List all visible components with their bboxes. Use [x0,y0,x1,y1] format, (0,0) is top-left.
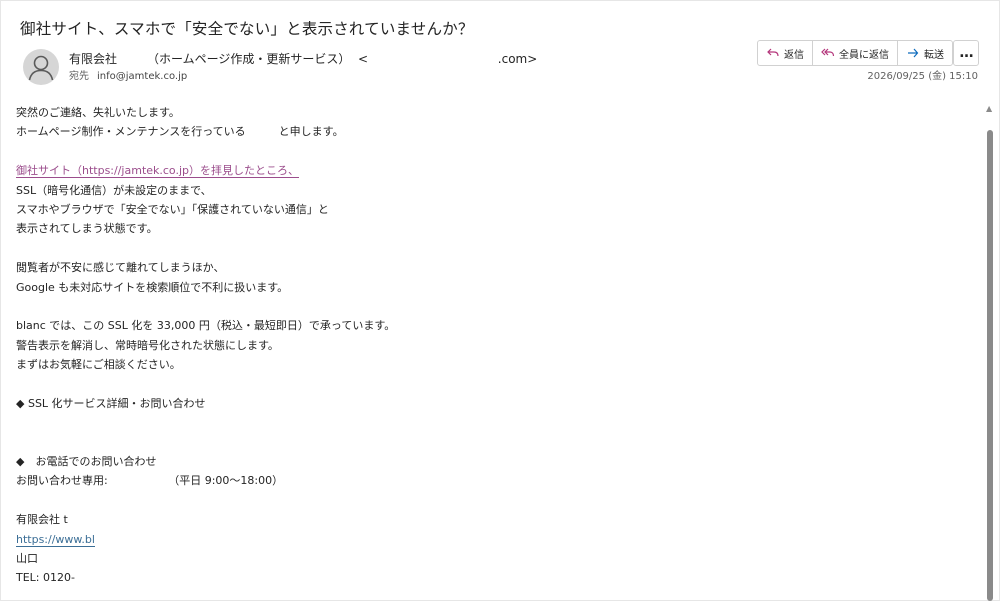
site-link[interactable]: 御社サイト（https://jamtek.co.jp）を拝見したところ、 [16,164,300,179]
scroll-up-arrow-icon[interactable]: ▲ [986,104,992,113]
body-line: まずはお気軽にご相談ください。 [16,358,181,372]
body-line: SSL（暗号化通信）が未設定のままで、 [16,183,212,197]
vertical-scrollbar[interactable] [987,130,993,601]
reply-all-arrow-icon [821,48,835,57]
signature-link-line: https://www.bl [16,530,395,549]
message-actions: 返信 全員に返信 転送 [757,40,953,66]
to-label: 宛先 [69,71,89,82]
site-link-line: 御社サイト（https://jamtek.co.jp）を拝見したところ、 [16,161,395,180]
message-body: 突然のご連絡、失礼いたします。 ホームページ制作・メンテナンスを行っている と申… [16,103,395,588]
body-line: Google も未対応サイトを検索順位で不利に扱います。 [16,280,289,294]
body-line: 警告表示を解消し、常時暗号化された状態にします。 [16,338,279,352]
service-details-heading: ◆ SSL 化サービス詳細・お問い合わせ [16,396,206,410]
reply-all-label: 全員に返信 [839,49,889,61]
forward-button[interactable]: 転送 [898,41,952,65]
reply-arrow-icon [767,48,779,57]
person-icon [23,49,59,85]
email-subject: 御社サイト、スマホで「安全でない」と表示されていませんか？ [20,20,474,38]
body-line: 閲覧者が不安に感じて離れてしまうほか、 [16,261,225,275]
body-line: ホームページ制作・メンテナンスを行っている と申します。 [16,125,344,139]
body-line: blanc では、この SSL 化を 33,000 円（税込・最短即日）で承って… [16,319,396,333]
sender-name: 有限会社 （ホームページ作成・更新サービス） < .com> [69,52,538,66]
sent-date: 2026/09/25 (金) 15:10 [867,71,978,82]
signature-tel: TEL: 0120- [16,571,75,585]
forward-arrow-icon [908,48,919,58]
reply-button[interactable]: 返信 [758,41,813,65]
body-line: 表示されてしまう状態です。 [16,222,158,236]
signature-name: 山口 [16,551,38,565]
forward-label: 転送 [924,49,944,61]
reply-label: 返信 [784,49,804,61]
body-line: お問い合わせ専用: （平日 9:00〜18:00） [16,474,284,488]
reply-all-button[interactable]: 全員に返信 [813,41,898,65]
body-line: 突然のご連絡、失礼いたします。 [16,106,180,119]
signature-link[interactable]: https://www.bl [16,532,95,547]
phone-heading: ◆ お電話でのお問い合わせ [16,455,157,469]
to-address: info@jamtek.co.jp [97,71,188,82]
more-actions-button[interactable]: … [953,40,979,66]
signature-company: 有限会社 t [16,513,68,527]
body-line: スマホやブラウザで「安全でない」「保護されていない通信」と [16,202,329,216]
recipient-row: 宛先 info@jamtek.co.jp [69,67,187,82]
